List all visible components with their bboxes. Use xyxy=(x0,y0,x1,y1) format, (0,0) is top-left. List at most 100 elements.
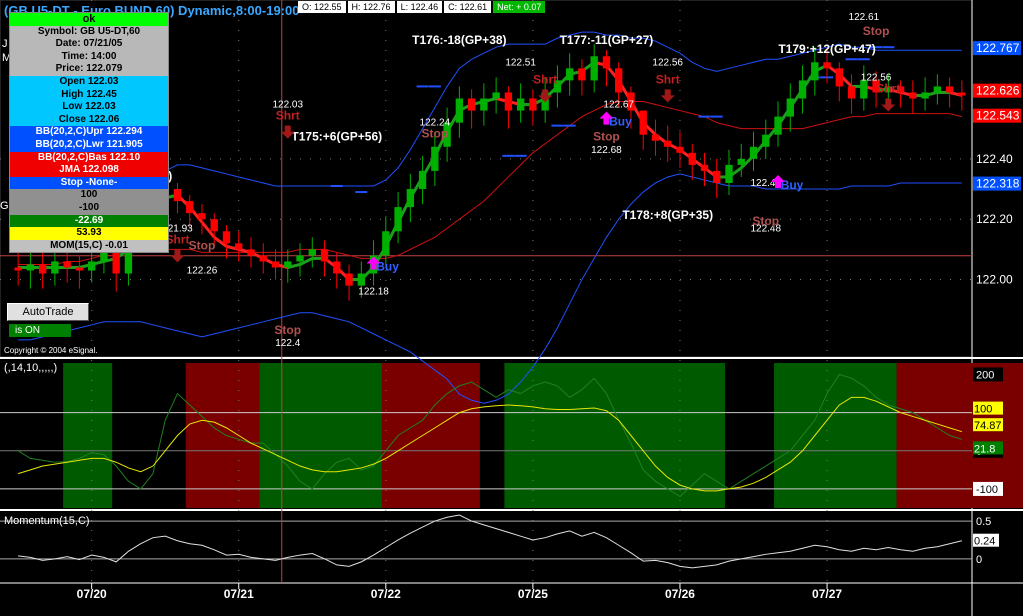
candle-body xyxy=(676,146,684,153)
candle-body xyxy=(320,249,329,262)
short-signal-label: Shrt xyxy=(533,72,557,86)
quote-net: Net: + 0.07 xyxy=(493,1,546,13)
info-val-2: -100 xyxy=(10,201,168,215)
info-symbol: Symbol: GB U5-DT,60 xyxy=(10,25,168,39)
left-edge-label-3: G xyxy=(0,200,9,212)
stop-signal-label: Stop xyxy=(274,323,301,337)
momentum-line xyxy=(18,514,962,569)
info-jma: JMA 122.098 xyxy=(10,164,168,177)
candle-body xyxy=(945,86,954,93)
osc-zone-6 xyxy=(896,363,1023,508)
candle-body xyxy=(198,213,206,220)
candle-body xyxy=(504,92,513,111)
trade-label: T178:+8(GP+35) xyxy=(622,208,713,222)
candle-body xyxy=(357,273,365,286)
momentum-label: Momentum(15,C) xyxy=(4,515,90,527)
candle-body xyxy=(847,86,856,99)
info-time: Time: 14:00 xyxy=(10,50,168,64)
stop-signal-label: Stop xyxy=(422,127,449,141)
info-high: High 122.45 xyxy=(10,88,168,102)
info-close: Close 122.06 xyxy=(10,113,168,127)
candle-body xyxy=(308,249,316,256)
trade-label: T179:+12(GP+47) xyxy=(778,42,875,56)
trade-label: T176:-18(GP+38) xyxy=(412,33,506,47)
candle-body xyxy=(529,98,537,111)
osc-axis-tick: -100 xyxy=(976,484,998,496)
time-axis-date: 07/27 xyxy=(812,587,842,601)
quote-high: H: 122.76 xyxy=(347,1,395,13)
quote-bar: O: 122.55 H: 122.76 L: 122.46 C: 122.61 … xyxy=(298,1,546,13)
candle-body xyxy=(173,189,182,202)
candle-body xyxy=(749,146,758,159)
candle-body xyxy=(578,68,586,81)
stop-signal-label: Stop xyxy=(593,130,620,144)
info-momentum: MOM(15,C) -0.01 xyxy=(10,239,168,253)
autotrade-status: is ON xyxy=(9,324,71,337)
candle-body xyxy=(786,98,794,117)
short-signal-label: Shrt xyxy=(656,72,680,86)
chart-window: T176:-18(GP+38) T177:-11(GP+27) T179:+12(G… xyxy=(0,0,1023,616)
candle-body xyxy=(590,56,598,81)
candle-body xyxy=(835,68,843,87)
candle-body xyxy=(210,219,218,232)
candle-body xyxy=(259,255,267,262)
level-label: 122.4 xyxy=(275,338,300,349)
cursor-info-box: ok Symbol: GB U5-DT,60 Date: 07/21/05 Ti… xyxy=(9,12,169,254)
buy-signal-label: Buy xyxy=(609,115,632,129)
candle-body xyxy=(406,189,415,208)
level-label: 122.18 xyxy=(358,287,389,298)
candle-body xyxy=(725,164,733,183)
price-axis-badge-label: 122.767 xyxy=(976,41,1020,55)
candle-body xyxy=(651,134,660,141)
mom-axis-tick: 0.5 xyxy=(976,516,991,528)
candle-body xyxy=(700,164,709,171)
candle-body xyxy=(14,267,22,271)
short-arrow-icon xyxy=(170,249,185,263)
osc-axis-tick: 200 xyxy=(976,369,994,381)
info-stop: Stop -None- xyxy=(10,176,168,190)
price-axis-badge-label: 122.543 xyxy=(976,109,1020,123)
candle-body xyxy=(467,98,476,111)
osc-axis-badge-label: 74.87 xyxy=(974,420,1002,432)
osc-axis-badge-label: 100 xyxy=(974,404,992,416)
short-arrow-icon xyxy=(881,98,896,112)
info-status: ok xyxy=(10,13,168,26)
osc-zone-3 xyxy=(381,363,480,508)
info-low: Low 122.03 xyxy=(10,101,168,114)
stop-signal-label: Stop xyxy=(863,24,890,38)
candle-body xyxy=(63,261,71,268)
candle-body xyxy=(51,261,59,274)
info-date: Date: 07/21/05 xyxy=(10,38,168,51)
quote-open: O: 122.55 xyxy=(298,1,346,13)
short-arrow-icon xyxy=(660,89,675,103)
price-axis-tick: 122.40 xyxy=(976,152,1013,166)
quote-low: L: 122.46 xyxy=(396,1,443,13)
candle-body xyxy=(602,56,611,69)
candle-body xyxy=(958,92,966,96)
stop-signal-label: Stop xyxy=(189,238,216,252)
copyright: Copyright © 2004 eSignal. xyxy=(4,346,98,355)
time-axis-date: 07/20 xyxy=(77,587,107,601)
candle-body xyxy=(222,231,231,244)
autotrade-button[interactable]: AutoTrade xyxy=(7,303,89,321)
candle-body xyxy=(382,231,390,256)
info-val-4: 53.93 xyxy=(10,227,168,240)
info-val-1: 100 xyxy=(10,189,168,202)
stop-signal-label: Stop xyxy=(752,214,779,228)
info-bb-lower: BB(20,2,C)Lwr 121.905 xyxy=(10,138,168,152)
candle-body xyxy=(480,98,488,111)
time-axis-date: 07/22 xyxy=(371,587,401,601)
candle-body xyxy=(333,261,341,274)
level-label: 122.68 xyxy=(591,145,622,156)
price-axis-badge-label: 122.318 xyxy=(976,177,1020,191)
osc-zone-1 xyxy=(185,363,260,508)
candle-body xyxy=(565,68,574,81)
candle-body xyxy=(455,98,464,123)
trade-label: T175:+6(GP+56) xyxy=(291,130,382,144)
candle-body xyxy=(75,267,84,271)
candle-body xyxy=(615,68,623,93)
short-signal-label: Shrt xyxy=(876,81,900,95)
short-signal-label: Shrt xyxy=(276,109,300,123)
info-val-3: -22.69 xyxy=(10,214,168,228)
info-bb-upper: BB(20,2,C)Upr 122.294 xyxy=(10,126,168,139)
